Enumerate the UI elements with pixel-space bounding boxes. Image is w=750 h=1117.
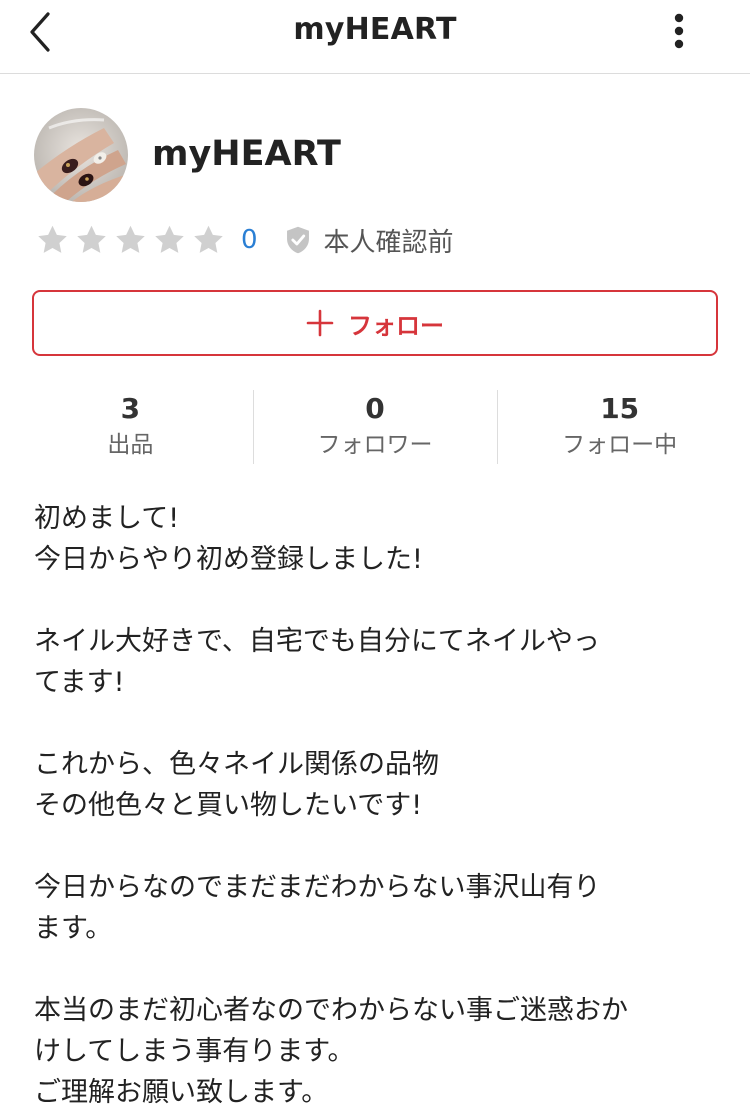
star-empty-icon xyxy=(116,225,145,253)
verification-status: 本人確認前 xyxy=(323,227,454,258)
bio-line xyxy=(34,580,694,621)
star-empty-icon xyxy=(194,225,223,253)
bio-line: 今日からやり初め登録しました! xyxy=(34,544,423,575)
stat-value: 0 xyxy=(365,392,385,425)
star-empty-icon xyxy=(77,225,106,253)
bio-line: ネイル大好きで、自宅でも自分にてネイルやっ xyxy=(34,626,600,657)
bio-line: てます! xyxy=(34,667,125,698)
follow-button[interactable]: フォロー xyxy=(32,290,718,356)
bio-line: 今日からなのでまだまだわからない事沢山有り xyxy=(34,872,601,903)
rating-stars[interactable] xyxy=(34,222,227,258)
avatar[interactable] xyxy=(34,108,128,202)
stat-label: 出品 xyxy=(107,432,154,458)
follow-button-label: フォロー xyxy=(348,311,444,340)
bio-line xyxy=(34,949,694,990)
more-vertical-icon xyxy=(674,13,684,49)
plus-icon xyxy=(306,309,334,337)
stat-listings[interactable]: 3 出品 xyxy=(8,388,253,466)
page-title: myHEART xyxy=(293,12,457,47)
profile-stats: 3 出品 0 フォロワー 15 フォロー中 xyxy=(8,388,742,466)
stat-following[interactable]: 15 フォロー中 xyxy=(497,388,742,466)
avatar-nail-photo xyxy=(34,108,128,202)
bio-line xyxy=(34,703,694,744)
bio-line: これから、色々ネイル関係の品物 xyxy=(34,749,439,780)
stat-value: 3 xyxy=(120,392,141,425)
shield-check-icon xyxy=(286,226,309,254)
bio-line: 本当のまだ初心者なのでわからない事ご迷惑おか xyxy=(34,995,628,1026)
stat-label: フォロワー xyxy=(317,432,433,458)
bio-line: ます。 xyxy=(34,913,113,944)
profile-name: myHEART xyxy=(152,134,341,174)
rating-count-link[interactable]: 0 xyxy=(241,225,258,255)
profile-bio: 初めまして! 今日からやり初め登録しました! ネイル大好きで、自宅でも自分にてネ… xyxy=(34,498,694,1113)
bio-line: 初めまして! xyxy=(34,503,180,534)
bio-line: ご理解お願い致します。 xyxy=(34,1077,329,1108)
bio-line: けしてしまう事有ります。 xyxy=(34,1036,355,1067)
star-empty-icon xyxy=(38,225,67,253)
star-empty-icon xyxy=(155,225,184,253)
rating-row: 0 本人確認前 xyxy=(34,220,454,260)
bio-line: その他色々と買い物したいです! xyxy=(34,790,423,821)
more-options-button[interactable] xyxy=(664,12,694,52)
stat-value: 15 xyxy=(600,392,640,425)
stat-label: フォロー中 xyxy=(562,432,678,458)
bio-line xyxy=(34,826,694,867)
top-nav-bar: myHEART xyxy=(0,0,750,74)
stat-followers[interactable]: 0 フォロワー xyxy=(252,388,498,466)
